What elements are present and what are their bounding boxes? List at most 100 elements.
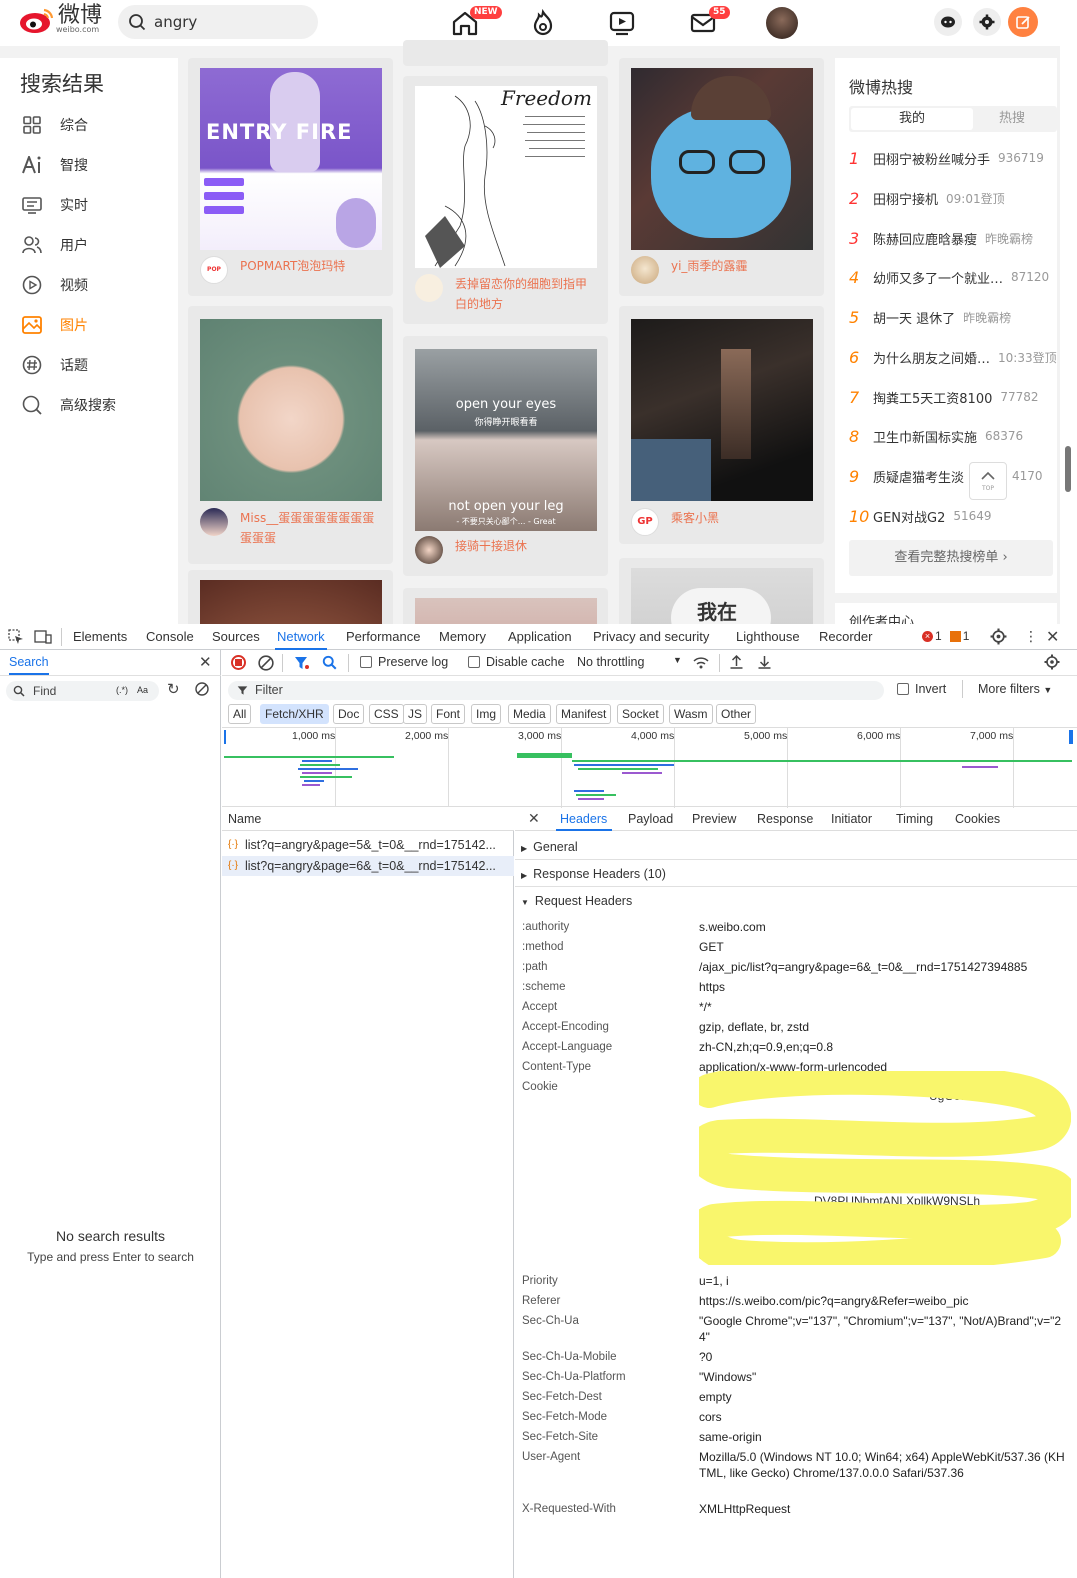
header-value[interactable]: s.weibo.com: [699, 919, 1071, 935]
preserve-log-checkbox[interactable]: Preserve log: [360, 655, 448, 669]
more-options-icon[interactable]: ⋮: [1024, 629, 1038, 643]
tab-preview[interactable]: Preview: [692, 812, 736, 826]
header-value[interactable]: ?0: [699, 1349, 1071, 1365]
card-username[interactable]: 乘客小黑: [671, 508, 801, 528]
hot-search-item[interactable]: 7 掏粪工5天工资8100 77782: [849, 387, 1057, 407]
card-image[interactable]: [631, 68, 813, 250]
section-request-headers[interactable]: ▼ Request Headers: [515, 888, 1077, 914]
section-general[interactable]: ▶ General: [515, 834, 1077, 860]
type-wasm[interactable]: Wasm: [669, 704, 713, 724]
hot-search-item[interactable]: 6 为什么朋友之间婚… 10:33登顶: [849, 347, 1057, 367]
network-conditions-icon[interactable]: [692, 655, 710, 671]
request-row[interactable]: {·} list?q=angry&page=6&_t=0&__rnd=175142…: [222, 856, 514, 876]
tab-initiator[interactable]: Initiator: [831, 812, 872, 826]
type-manifest[interactable]: Manifest: [556, 704, 612, 724]
hot-search-item[interactable]: 1 田栩宁被粉丝喊分手 936719: [849, 148, 1057, 168]
tab-sources[interactable]: Sources: [212, 629, 260, 644]
disable-cache-checkbox[interactable]: Disable cache: [468, 655, 565, 669]
card-username[interactable]: POPMART泡泡玛特: [240, 256, 370, 276]
hot-fire-icon[interactable]: [528, 8, 558, 38]
tab-cookies[interactable]: Cookies: [955, 812, 1000, 826]
image-card[interactable]: Miss__蛋蛋蛋蛋蛋蛋蛋蛋蛋蛋蛋: [188, 306, 393, 564]
user-avatar[interactable]: [766, 7, 798, 39]
ai-chat-button[interactable]: [934, 8, 962, 36]
clear-log-icon[interactable]: [258, 655, 274, 671]
type-all[interactable]: All: [228, 704, 252, 724]
search-drawer-title[interactable]: Search: [9, 655, 49, 669]
type-css[interactable]: CSS: [369, 704, 404, 724]
tab-hot[interactable]: 热搜: [999, 108, 1025, 130]
type-img[interactable]: Img: [471, 704, 502, 724]
tab-lighthouse[interactable]: Lighthouse: [736, 629, 800, 644]
avatar[interactable]: [415, 536, 443, 564]
hot-search-item[interactable]: 4 幼师又多了一个就业… 87120: [849, 267, 1057, 287]
hot-search-item[interactable]: 10 GEN对战G2 51649: [849, 506, 1057, 526]
record-stop-button[interactable]: [231, 655, 246, 670]
header-value[interactable]: https: [699, 979, 1071, 995]
video-play-icon[interactable]: [607, 8, 637, 38]
invert-checkbox[interactable]: Invert: [897, 682, 946, 696]
search-input[interactable]: angry: [118, 5, 318, 39]
match-case-toggle[interactable]: Aa: [137, 685, 148, 695]
creator-center-label[interactable]: 创作者中心: [835, 603, 1057, 624]
gear-icon[interactable]: [990, 628, 1007, 645]
card-image[interactable]: [200, 580, 382, 624]
card-username[interactable]: yi_雨季的露霾: [671, 256, 801, 276]
image-card[interactable]: yi_雨季的露霾: [619, 58, 824, 296]
refresh-icon[interactable]: ↻: [167, 680, 180, 698]
more-filters-dropdown[interactable]: More filters ▼: [978, 682, 1052, 696]
type-font[interactable]: Font: [431, 704, 466, 724]
sidebar-item-video[interactable]: 视频: [22, 273, 88, 297]
tab-payload[interactable]: Payload: [628, 812, 673, 826]
card-image[interactable]: [415, 598, 597, 624]
close-devtools-icon[interactable]: ✕: [1046, 627, 1059, 647]
tab-memory[interactable]: Memory: [439, 629, 486, 644]
network-settings-gear-icon[interactable]: [1044, 654, 1060, 670]
avatar[interactable]: POP MART: [200, 256, 228, 284]
header-value[interactable]: */*: [699, 999, 1071, 1015]
name-column-header[interactable]: Name: [222, 807, 514, 831]
card-username[interactable]: 丢掉留恋你的细胞到指甲白的地方: [455, 274, 591, 314]
image-card[interactable]: [403, 588, 608, 624]
weibo-logo[interactable]: 微博 weibo.com: [18, 5, 102, 34]
sidebar-item-realtime[interactable]: 实时: [22, 193, 88, 217]
scrollbar-thumb[interactable]: [1065, 446, 1071, 492]
tab-elements[interactable]: Elements: [73, 629, 127, 644]
back-to-top-button[interactable]: TOP: [969, 462, 1007, 500]
image-card[interactable]: GP 乘客小黑: [619, 306, 824, 544]
image-card[interactable]: open your eyes 你得睁开眼看看 not open your leg…: [403, 336, 608, 576]
sidebar-item-images[interactable]: 图片: [22, 313, 88, 337]
sidebar-item-advanced-search[interactable]: 高级搜索: [22, 393, 116, 417]
cookie-value-redacted[interactable]: UgG6dKsn9FniTG3rgS Apache=2006094 DV8PUN…: [699, 1071, 1071, 1265]
card-image[interactable]: open your eyes 你得睁开眼看看 not open your leg…: [415, 349, 597, 531]
type-socket[interactable]: Socket: [617, 704, 664, 724]
card-image[interactable]: [631, 319, 813, 501]
section-response-headers[interactable]: ▶ Response Headers (10): [515, 861, 1077, 887]
find-input[interactable]: Find (.*) Aa: [6, 681, 159, 701]
header-value[interactable]: Mozilla/5.0 (Windows NT 10.0; Win64; x64…: [699, 1449, 1071, 1481]
filter-input[interactable]: Filter: [228, 681, 884, 700]
hot-search-item[interactable]: 8 卫生巾新国标实施 68376: [849, 426, 1057, 446]
sidebar-item-comprehensive[interactable]: 综合: [22, 113, 88, 137]
close-search-icon[interactable]: ✕: [199, 653, 212, 671]
hot-search-item[interactable]: 9 质疑虐猫考生淡 4170: [849, 466, 1057, 486]
tab-performance[interactable]: Performance: [346, 629, 420, 644]
export-har-icon[interactable]: [757, 654, 772, 670]
avatar[interactable]: [200, 508, 228, 536]
inspect-element-icon[interactable]: [8, 629, 24, 645]
throttling-select[interactable]: No throttling ▼: [577, 655, 683, 669]
close-detail-icon[interactable]: ✕: [528, 810, 540, 827]
device-toolbar-icon[interactable]: [34, 629, 52, 645]
regex-toggle[interactable]: (.*): [116, 685, 128, 695]
tab-mine[interactable]: 我的: [851, 108, 973, 130]
tab-console[interactable]: Console: [146, 629, 194, 644]
sidebar-item-topics[interactable]: 话题: [22, 353, 88, 377]
header-value[interactable]: same-origin: [699, 1429, 1071, 1445]
full-hot-list-button[interactable]: 查看完整热搜榜单 ›: [849, 540, 1053, 576]
tab-headers[interactable]: Headers: [560, 812, 607, 826]
sidebar-item-ai-search[interactable]: 智搜: [22, 153, 88, 177]
header-value[interactable]: GET: [699, 939, 1071, 955]
hot-search-item[interactable]: 5 胡一天 退休了 昨晚霸榜: [849, 307, 1057, 327]
tab-privacy-security[interactable]: Privacy and security: [593, 629, 709, 644]
header-value[interactable]: "Google Chrome";v="137", "Chromium";v="1…: [699, 1313, 1071, 1345]
